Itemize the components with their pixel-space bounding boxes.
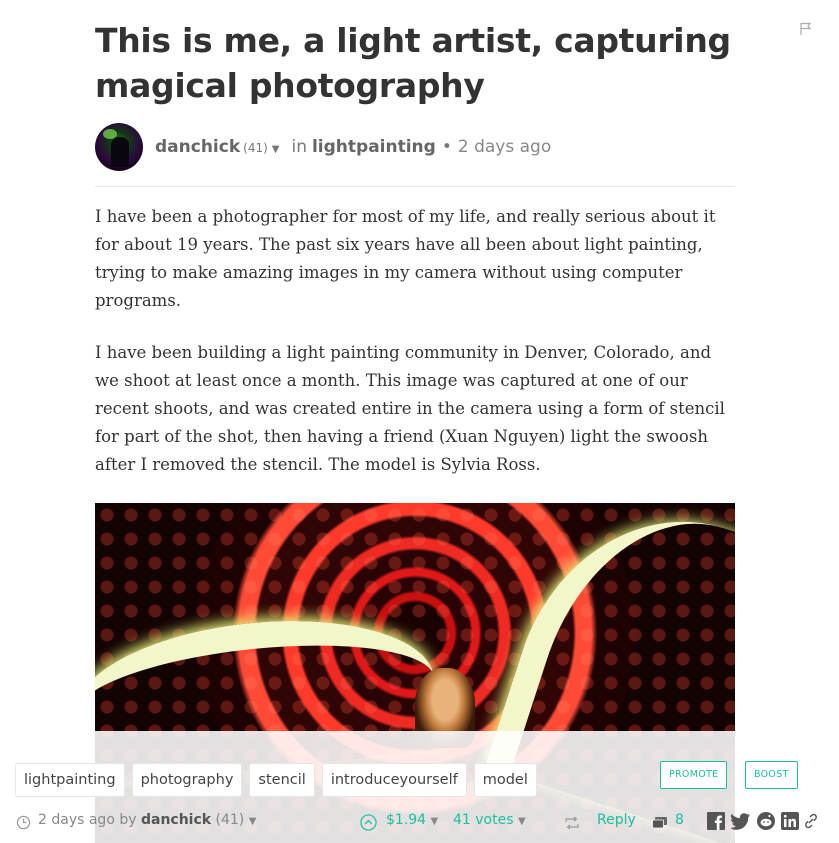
flag-icon[interactable] (800, 22, 812, 36)
facebook-icon[interactable] (707, 812, 725, 830)
footer-by-label: by (119, 812, 137, 828)
footer-meta: 2 days ago by danchick (41) ▼ (38, 812, 256, 828)
footer-time: 2 days ago (38, 812, 115, 828)
comments-icon[interactable] (652, 816, 668, 830)
post-title: This is me, a light artist, capturing ma… (95, 21, 731, 105)
author-row: danchick (41) ▼ in lightpainting • 2 day… (95, 122, 735, 172)
avatar[interactable] (95, 123, 143, 171)
payout-amount: $1.94 (386, 812, 427, 828)
category-link[interactable]: lightpainting (312, 137, 436, 157)
chevron-down-icon[interactable]: ▼ (272, 144, 280, 155)
votes-count[interactable]: 41 votes ▼ (453, 812, 526, 828)
link-icon[interactable] (805, 813, 817, 829)
meta-separator: • (441, 137, 452, 157)
promote-button[interactable]: PROMOTE (660, 761, 728, 789)
post-body: I have been a photographer for most of m… (95, 203, 735, 479)
chevron-down-icon[interactable]: ▼ (518, 816, 526, 827)
paragraph: I have been building a light painting co… (95, 343, 725, 474)
clock-icon (16, 815, 31, 830)
tag-list: lightpainting photography stencil introd… (15, 763, 537, 797)
boost-button[interactable]: BOOST (745, 761, 798, 789)
post-time: 2 days ago (457, 137, 552, 157)
votes-label: 41 votes (453, 812, 514, 828)
tag-item[interactable]: stencil (249, 763, 315, 797)
twitter-icon[interactable] (731, 812, 751, 830)
reply-link[interactable]: Reply (597, 812, 636, 828)
author-reputation: (41) (243, 141, 268, 155)
tag-item[interactable]: photography (131, 763, 243, 797)
comment-count[interactable]: 8 (675, 812, 684, 828)
post-article: This is me, a light artist, capturing ma… (95, 0, 735, 843)
reddit-icon[interactable] (757, 812, 775, 830)
footer-author-link[interactable]: danchick (141, 812, 211, 828)
upvote-icon[interactable] (360, 814, 377, 831)
chevron-down-icon[interactable]: ▼ (249, 816, 257, 827)
payout-value[interactable]: $1.94 ▼ (386, 812, 438, 828)
linkedin-icon[interactable] (781, 812, 799, 830)
share-bar (707, 812, 817, 830)
divider (95, 186, 735, 187)
tag-item[interactable]: model (473, 763, 537, 797)
tag-item[interactable]: introduceyourself (321, 763, 467, 797)
footer-reputation: (41) (215, 812, 245, 828)
chevron-down-icon[interactable]: ▼ (431, 816, 439, 827)
author-meta: danchick (41) ▼ in lightpainting • 2 day… (155, 137, 551, 157)
author-link[interactable]: danchick (155, 137, 240, 157)
reblog-icon[interactable] (565, 817, 579, 829)
paragraph: I have been a photographer for most of m… (95, 207, 716, 310)
in-label: in (291, 137, 307, 157)
tag-item[interactable]: lightpainting (15, 763, 125, 797)
post-footer: 2 days ago by danchick (41) ▼ $1.94 ▼ 41… (0, 808, 839, 835)
